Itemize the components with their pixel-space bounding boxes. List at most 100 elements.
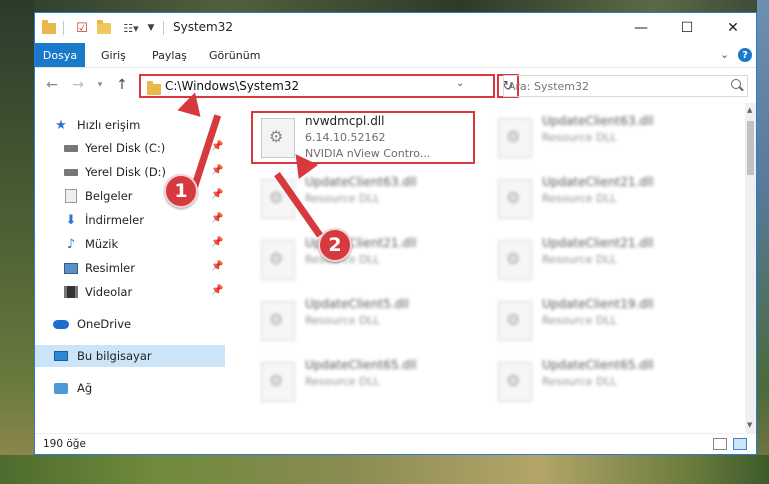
- large-icons-view-icon[interactable]: [733, 438, 747, 450]
- file-item[interactable]: UpdateClient21.dll Resource DLL: [490, 234, 710, 286]
- divider: [63, 21, 64, 35]
- file-description: Resource DLL: [542, 375, 617, 388]
- tab-share[interactable]: Paylaş: [152, 43, 187, 67]
- file-explorer-window: ☑ ☷▾ ▼ System32 — ☐ ✕ Dosya Giriş Paylaş…: [34, 12, 757, 455]
- properties-icon[interactable]: ☑: [73, 20, 91, 36]
- file-item[interactable]: UpdateClient21.dll Resource DLL: [253, 234, 473, 286]
- sidebar-item-videos[interactable]: Videolar 📌: [35, 281, 225, 303]
- pin-icon[interactable]: 📌: [211, 213, 223, 224]
- file-item[interactable]: UpdateClient5.dll Resource DLL: [253, 295, 473, 347]
- file-item[interactable]: UpdateClient65.dll Resource DLL: [490, 356, 710, 408]
- sidebar-item-this-pc[interactable]: Bu bilgisayar: [35, 345, 225, 367]
- navigation-pane: ★ Hızlı erişim Yerel Disk (C:) 📌 Yerel D…: [35, 103, 227, 433]
- sidebar-item-label: Yerel Disk (C:): [85, 141, 166, 155]
- search-icon[interactable]: [731, 79, 741, 89]
- chevron-down-icon[interactable]: ⌄: [456, 78, 464, 89]
- file-name: UpdateClient21.dll: [542, 236, 654, 250]
- disk-icon: [63, 140, 79, 156]
- folder-icon: [41, 19, 57, 36]
- file-description: Resource DLL: [305, 375, 380, 388]
- chevron-down-icon[interactable]: ▼: [145, 20, 157, 36]
- scroll-up-icon[interactable]: ▲: [747, 106, 752, 114]
- up-arrow-icon[interactable]: ↑: [113, 76, 131, 94]
- tab-view[interactable]: Görünüm: [209, 43, 260, 67]
- ribbon-tabs: Dosya Giriş Paylaş Görünüm ⌄ ?: [35, 43, 756, 67]
- details-view-icon[interactable]: [713, 438, 727, 450]
- scroll-down-icon[interactable]: ▼: [747, 421, 752, 429]
- minimize-button[interactable]: —: [618, 13, 664, 43]
- divider: [163, 21, 164, 35]
- sidebar-item-music[interactable]: ♪ Müzik 📌: [35, 233, 225, 255]
- sidebar-item-pictures[interactable]: Resimler 📌: [35, 257, 225, 279]
- forward-arrow-icon[interactable]: →: [69, 76, 87, 94]
- scrollbar-thumb[interactable]: [747, 121, 754, 175]
- sidebar-item-local-disk-c[interactable]: Yerel Disk (C:) 📌: [35, 137, 225, 159]
- sidebar-item-label: İndirmeler: [85, 213, 144, 227]
- dll-file-icon: [498, 118, 532, 158]
- sidebar-item-label: Belgeler: [85, 189, 133, 203]
- customize-toolbar-icon[interactable]: ☷▾: [117, 20, 145, 36]
- desktop-wallpaper-left: [0, 0, 34, 484]
- help-icon[interactable]: ?: [738, 48, 752, 62]
- star-icon: ★: [55, 117, 67, 133]
- sidebar-item-label: Hızlı erişim: [77, 118, 141, 132]
- document-icon: [63, 188, 79, 204]
- file-name: UpdateClient63.dll: [305, 175, 417, 189]
- dll-file-icon: [261, 301, 295, 341]
- file-description: Resource DLL: [305, 314, 380, 327]
- item-count: 190 öğe: [43, 438, 86, 450]
- pin-icon[interactable]: 📌: [211, 141, 223, 152]
- callout-badge-2: 2: [318, 228, 352, 262]
- dll-file-icon: [261, 362, 295, 402]
- sidebar-item-label: OneDrive: [77, 317, 132, 331]
- back-arrow-icon[interactable]: ←: [43, 76, 61, 94]
- new-folder-icon[interactable]: [95, 19, 113, 36]
- tab-file[interactable]: Dosya: [35, 43, 85, 67]
- file-description: Resource DLL: [542, 314, 617, 327]
- sidebar-item-onedrive[interactable]: OneDrive: [35, 313, 225, 335]
- pin-icon[interactable]: 📌: [211, 261, 223, 272]
- expand-ribbon-icon[interactable]: ⌄: [720, 48, 729, 61]
- video-icon: [63, 284, 79, 300]
- download-icon: ⬇: [65, 212, 77, 228]
- navigation-bar: ← → ▾ ↑ C:\Windows\System32 ⌄ ↻: [35, 67, 756, 103]
- pin-icon[interactable]: 📌: [211, 285, 223, 296]
- file-item[interactable]: UpdateClient63.dll Resource DLL: [490, 112, 710, 164]
- desktop-wallpaper-top: [0, 0, 769, 12]
- file-name: UpdateClient65.dll: [305, 358, 417, 372]
- vertical-scrollbar[interactable]: ▲ ▼: [745, 103, 756, 433]
- computer-icon: [53, 348, 69, 364]
- desktop-wallpaper-right: [757, 0, 769, 484]
- pin-icon[interactable]: 📌: [211, 165, 223, 176]
- desktop-wallpaper-bottom: [0, 455, 769, 484]
- file-name: UpdateClient5.dll: [305, 297, 409, 311]
- file-item[interactable]: UpdateClient19.dll Resource DLL: [490, 295, 710, 347]
- search-box[interactable]: [503, 75, 748, 97]
- sidebar-item-downloads[interactable]: ⬇ İndirmeler 📌: [35, 209, 225, 231]
- sidebar-item-label: Ağ: [77, 381, 93, 395]
- dll-file-icon: [498, 362, 532, 402]
- file-name: UpdateClient21.dll: [542, 175, 654, 189]
- sidebar-item-network[interactable]: Ağ: [35, 377, 225, 399]
- callout-badge-1: 1: [164, 174, 198, 208]
- title-bar: ☑ ☷▾ ▼ System32 — ☐ ✕: [35, 13, 756, 43]
- file-name: UpdateClient19.dll: [542, 297, 654, 311]
- tab-home[interactable]: Giriş: [101, 43, 126, 67]
- close-button[interactable]: ✕: [710, 13, 756, 43]
- dll-file-icon: [498, 240, 532, 280]
- file-item[interactable]: UpdateClient21.dll Resource DLL: [490, 173, 710, 225]
- search-input[interactable]: [508, 78, 718, 94]
- recent-locations-icon[interactable]: ▾: [91, 76, 109, 94]
- dll-file-icon: [261, 240, 295, 280]
- pin-icon[interactable]: 📌: [211, 189, 223, 200]
- disk-icon: [63, 164, 79, 180]
- pin-icon[interactable]: 📌: [211, 237, 223, 248]
- file-description: Resource DLL: [305, 192, 380, 205]
- file-item[interactable]: UpdateClient65.dll Resource DLL: [253, 356, 473, 408]
- file-description: Resource DLL: [542, 131, 617, 144]
- file-name: UpdateClient65.dll: [542, 358, 654, 372]
- sidebar-item-quick-access[interactable]: ★ Hızlı erişim: [35, 114, 225, 136]
- window-title: System32: [173, 20, 234, 34]
- network-icon: [53, 380, 69, 396]
- maximize-button[interactable]: ☐: [664, 13, 710, 43]
